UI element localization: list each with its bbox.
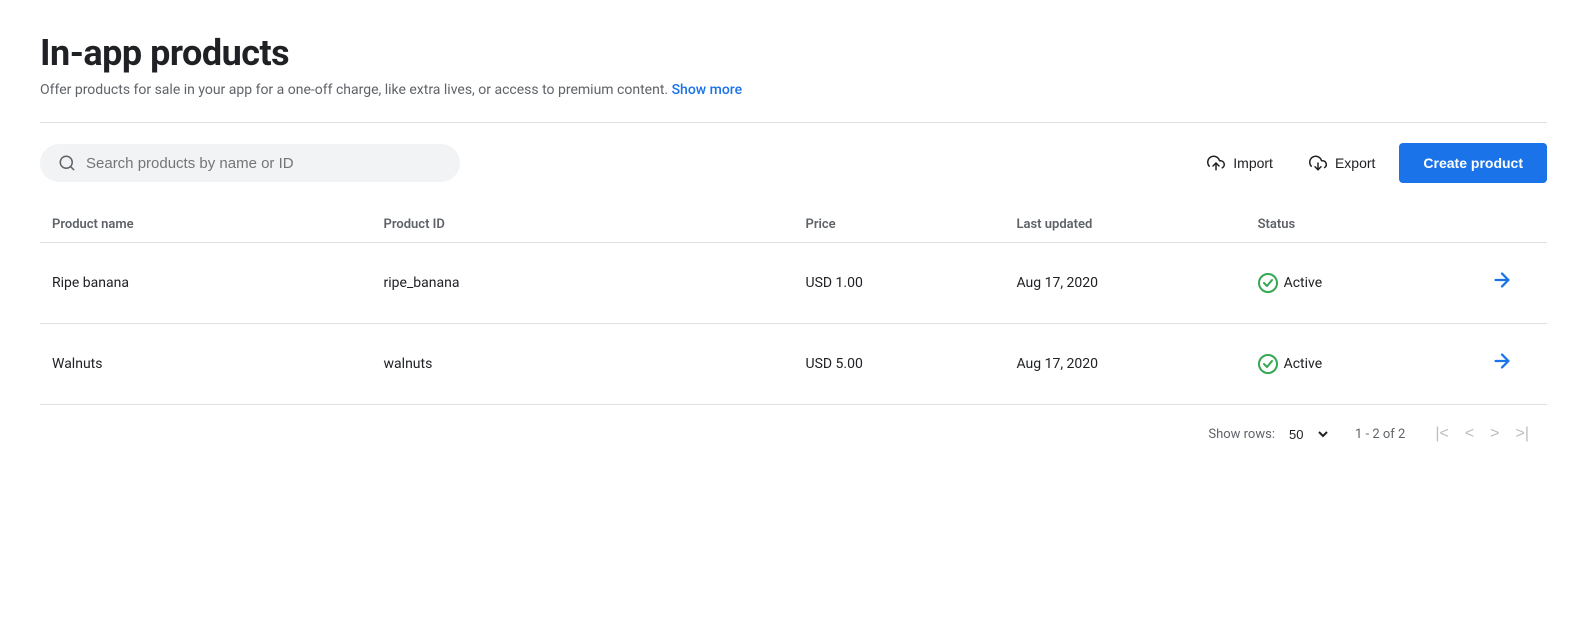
row-navigate-button[interactable] (1483, 346, 1521, 382)
status-text: Active (1284, 356, 1323, 372)
cell-product-id: walnuts (372, 324, 794, 405)
cell-price: USD 5.00 (794, 324, 1005, 405)
search-input[interactable] (86, 155, 442, 172)
page-container: In-app products Offer products for sale … (0, 0, 1587, 487)
cell-last-updated: Aug 17, 2020 (1004, 243, 1245, 324)
page-subtitle: Offer products for sale in your app for … (40, 82, 1547, 98)
cell-action[interactable] (1457, 243, 1547, 324)
cell-action[interactable] (1457, 324, 1547, 405)
active-check-icon (1258, 354, 1278, 374)
cell-product-name: Walnuts (40, 324, 372, 405)
search-box[interactable] (40, 144, 460, 182)
cell-status: Active (1246, 324, 1457, 405)
table-header-row: Product name Product ID Price Last updat… (40, 207, 1547, 243)
export-icon (1309, 154, 1327, 172)
create-product-button[interactable]: Create product (1399, 143, 1547, 183)
table-footer: Show rows: 50 100 200 1 - 2 of 2 |< < > … (40, 405, 1547, 463)
toolbar: Import Export Create product (40, 143, 1547, 183)
import-icon (1207, 154, 1225, 172)
table-row[interactable]: Ripe bananaripe_bananaUSD 1.00Aug 17, 20… (40, 243, 1547, 324)
col-header-action (1457, 207, 1547, 243)
active-check-icon (1258, 273, 1278, 293)
cell-price: USD 1.00 (794, 243, 1005, 324)
show-rows-label: Show rows: (1208, 427, 1275, 442)
products-table: Product name Product ID Price Last updat… (40, 207, 1547, 405)
import-button[interactable]: Import (1195, 146, 1285, 180)
cell-product-name: Ripe banana (40, 243, 372, 324)
cell-status: Active (1246, 243, 1457, 324)
show-more-link[interactable]: Show more (672, 82, 743, 98)
rows-per-page-select[interactable]: 50 100 200 (1281, 424, 1331, 445)
prev-page-button[interactable]: < (1459, 421, 1480, 447)
col-header-product-name: Product name (40, 207, 372, 243)
pagination-info: 1 - 2 of 2 (1355, 427, 1405, 442)
col-header-status: Status (1246, 207, 1457, 243)
status-text: Active (1284, 275, 1323, 291)
status-badge: Active (1258, 354, 1445, 374)
search-icon (58, 154, 76, 172)
next-page-button[interactable]: > (1484, 421, 1505, 447)
pagination-buttons: |< < > >| (1429, 421, 1535, 447)
cell-last-updated: Aug 17, 2020 (1004, 324, 1245, 405)
show-rows-control: Show rows: 50 100 200 (1208, 424, 1331, 445)
export-label: Export (1335, 155, 1375, 171)
subtitle-text: Offer products for sale in your app for … (40, 82, 668, 98)
page-title: In-app products (40, 32, 1547, 74)
row-navigate-button[interactable] (1483, 265, 1521, 301)
col-header-product-id: Product ID (372, 207, 794, 243)
table-row[interactable]: WalnutswalnutsUSD 5.00Aug 17, 2020 Active (40, 324, 1547, 405)
header-divider (40, 122, 1547, 123)
col-header-price: Price (794, 207, 1005, 243)
col-header-last-updated: Last updated (1004, 207, 1245, 243)
last-page-button[interactable]: >| (1510, 421, 1536, 447)
import-label: Import (1233, 155, 1273, 171)
export-button[interactable]: Export (1297, 146, 1387, 180)
cell-product-id: ripe_banana (372, 243, 794, 324)
status-badge: Active (1258, 273, 1445, 293)
table-body: Ripe bananaripe_bananaUSD 1.00Aug 17, 20… (40, 243, 1547, 405)
first-page-button[interactable]: |< (1429, 421, 1455, 447)
